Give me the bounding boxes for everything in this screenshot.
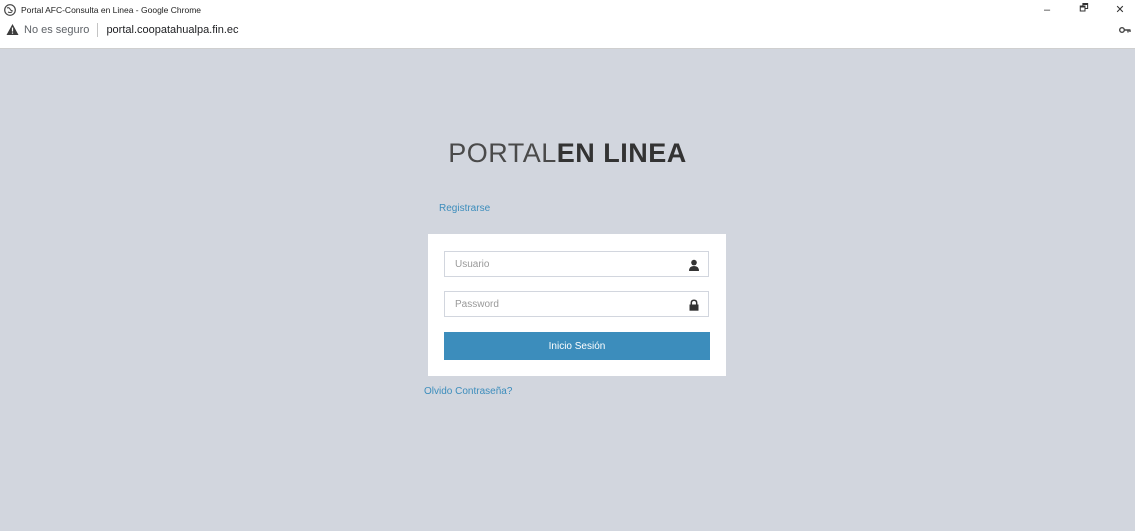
user-icon [688, 258, 700, 271]
url-field[interactable]: portal.coopatahualpa.fin.ec [106, 24, 238, 36]
minimize-button[interactable]: – [1032, 0, 1062, 19]
address-separator [97, 22, 99, 37]
password-field-wrapper [444, 291, 709, 317]
key-icon[interactable] [1119, 23, 1131, 35]
portal-logo: PORTALEN LINEA [0, 138, 1135, 169]
address-bar: No es seguro portal.coopatahualpa.fin.ec [0, 19, 1135, 49]
username-input[interactable] [455, 252, 680, 276]
username-field-wrapper [444, 251, 709, 277]
logo-bold-text: EN LINEA [556, 138, 687, 168]
warning-icon[interactable] [6, 23, 19, 36]
close-button[interactable]: ✕ [1105, 0, 1135, 19]
forgot-password-link[interactable]: Olvido Contraseña? [424, 386, 512, 397]
login-box: Inicio Sesión [428, 234, 726, 376]
register-link[interactable]: Registrarse [439, 203, 490, 214]
password-input[interactable] [455, 292, 680, 316]
globe-icon [4, 3, 16, 16]
login-button[interactable]: Inicio Sesión [444, 332, 710, 360]
lock-icon [688, 298, 700, 311]
window-titlebar: Portal AFC-Consulta en Linea - Google Ch… [0, 0, 1135, 20]
logo-light-text: PORTAL [448, 138, 557, 168]
restore-button[interactable]: 🗗 [1069, 0, 1099, 19]
security-label[interactable]: No es seguro [24, 24, 89, 36]
window-title: Portal AFC-Consulta en Linea - Google Ch… [21, 4, 202, 15]
